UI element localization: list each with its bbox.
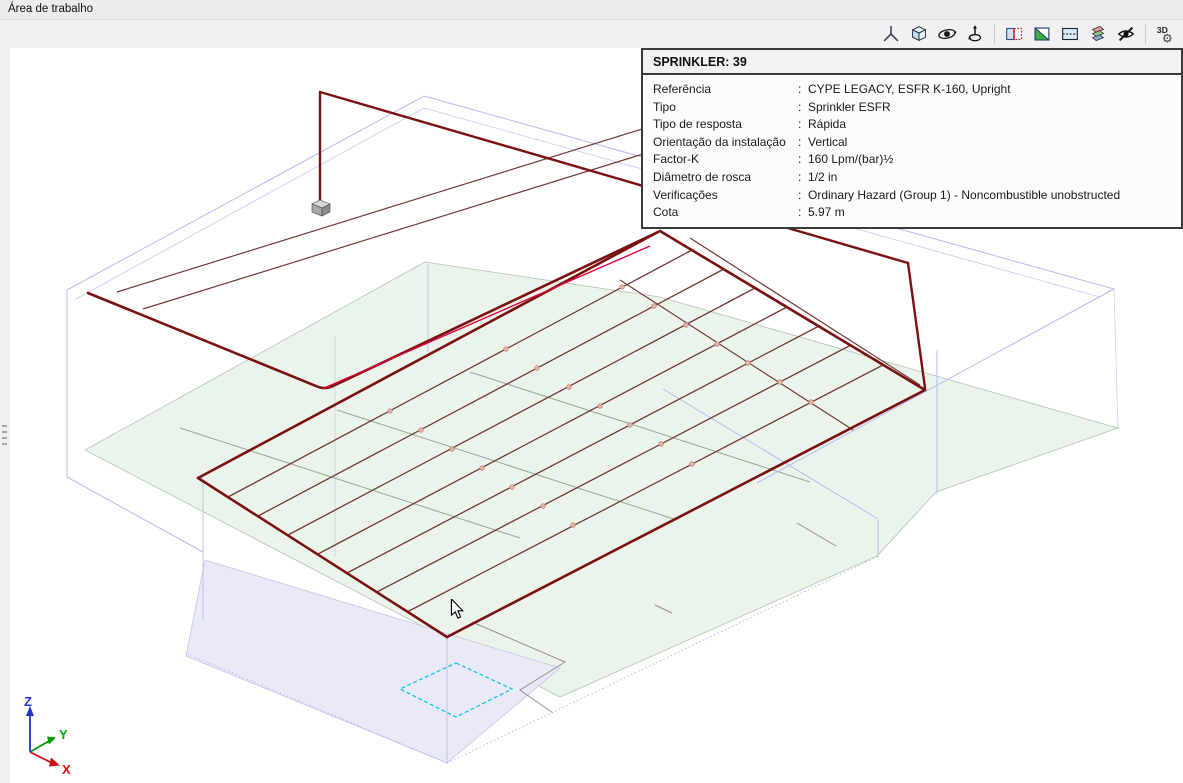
workspace-title: Área de trabalho (8, 3, 94, 15)
section-diagonal-button[interactable] (1029, 22, 1055, 46)
hide-elements-icon (1117, 26, 1135, 42)
axis-x-label: X (62, 762, 71, 777)
section-diagonal-icon (1034, 27, 1051, 41)
svg-text:3D: 3D (1157, 25, 1168, 35)
workspace-titlebar: Área de trabalho (0, 0, 1183, 20)
render-3d-button[interactable]: 3D (1152, 22, 1178, 46)
rotate-view-icon (968, 25, 982, 42)
property-row: Factor-K:160 Lpm/(bar)½ (653, 152, 894, 167)
axis-z-label: Z (24, 694, 32, 709)
toolbar-separator (1145, 24, 1146, 44)
clipping-box-icon (1062, 27, 1078, 41)
sprinkler-tooltip: SPRINKLER: 39 Referência: CYPE LEGACY, ES… (641, 48, 1183, 229)
layers-button[interactable] (1085, 22, 1111, 46)
section-plane-icon (1006, 27, 1022, 41)
tooltip-title: SPRINKLER: 39 (643, 50, 1181, 75)
orbit-view-button[interactable] (934, 22, 960, 46)
view-toolbar: 3D (0, 20, 1183, 48)
property-row: Tipo de resposta: Rápida (653, 117, 847, 132)
mouse-cursor (450, 599, 465, 619)
property-row: Tipo: Sprinkler ESFR (653, 99, 891, 114)
property-row: Cota:5.97 m (653, 205, 845, 220)
property-row: Referência: CYPE LEGACY, ESFR K-160, Upri… (653, 82, 1011, 96)
property-row: Diâmetro de rosca:1/2 in (653, 169, 838, 184)
rotate-view-button[interactable] (962, 22, 988, 46)
axis-triad: Z Y X (24, 694, 71, 777)
riser-base-box (311, 199, 331, 217)
coordinate-axes-button[interactable] (878, 22, 904, 46)
viewport-3d[interactable]: Z Y X SPRINKLER: 39 Referência: CYPE LEGA… (0, 48, 1183, 783)
layers-icon (1091, 26, 1105, 42)
isometric-cube-icon (911, 26, 927, 42)
application-window: Área de trabalho 3D Z Y X SPRINKLER: 39 … (0, 0, 1183, 783)
property-row: Orientação da instalação: Vertical (653, 134, 848, 149)
toolbar-separator (994, 24, 995, 44)
coordinate-axes-icon (883, 25, 899, 42)
property-row: Verificações: Ordinary Hazard (Group 1) -… (653, 187, 1121, 202)
hide-elements-button[interactable] (1113, 22, 1139, 46)
section-plane-button[interactable] (1001, 22, 1027, 46)
tooltip-properties: Referência: CYPE LEGACY, ESFR K-160, Upri… (653, 81, 1171, 222)
render-3d-icon: 3D (1157, 25, 1172, 43)
clipping-box-button[interactable] (1057, 22, 1083, 46)
isometric-cube-button[interactable] (906, 22, 932, 46)
axis-y-label: Y (59, 727, 68, 742)
orbit-view-icon (938, 28, 958, 40)
